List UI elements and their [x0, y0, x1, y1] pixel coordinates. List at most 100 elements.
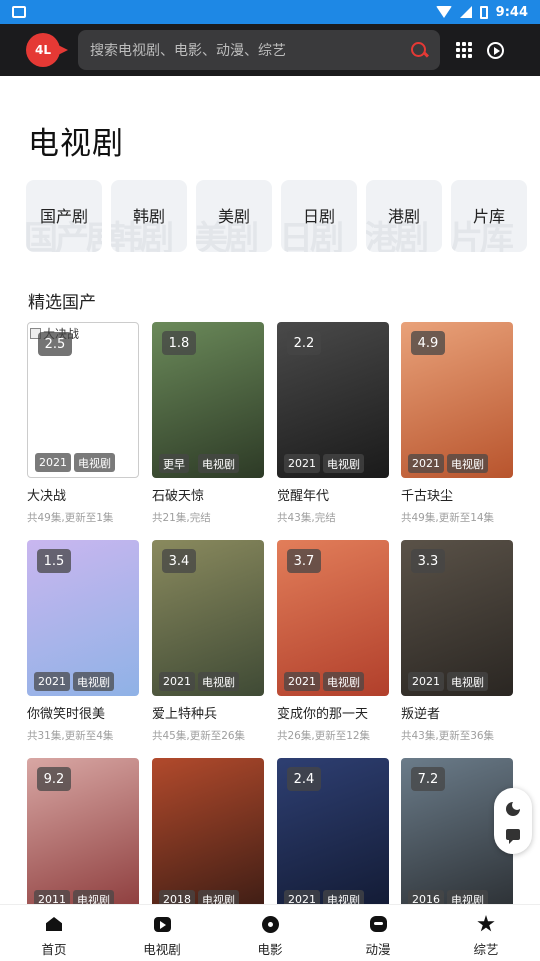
category-tab[interactable]: 片库 片库 — [451, 180, 527, 252]
category-tab[interactable]: 港剧 港剧 — [366, 180, 442, 252]
movie-card[interactable]: 4.9 2021 电视剧 千古玦尘 共49集,更新至14集 — [401, 322, 513, 525]
movie-title[interactable]: 觉醒年代 — [277, 485, 389, 504]
movie-title[interactable]: 千古玦尘 — [401, 485, 513, 504]
category-label: 美剧 — [217, 207, 250, 226]
rating-badge: 1.5 — [37, 549, 71, 573]
rating-badge: 9.2 — [37, 767, 71, 791]
category-label: 港剧 — [387, 207, 420, 226]
movie-card[interactable]: 3.4 2021 电视剧爱上特种兵共45集,更新至26集 — [152, 540, 264, 743]
movie-poster[interactable]: 3.7 2021 电视剧 — [277, 540, 389, 696]
movie-episode-info: 共43集,完结 — [277, 512, 336, 524]
category-tab[interactable]: 韩剧 韩剧 — [111, 180, 187, 252]
year-badge: 2021 — [408, 454, 444, 473]
night-mode-icon[interactable] — [506, 800, 522, 817]
clock: 9:44 — [495, 4, 528, 20]
grid-menu-icon[interactable] — [456, 42, 472, 58]
anime-icon — [368, 915, 388, 933]
movie-card[interactable]: 2.4 2021 电视剧 — [277, 758, 389, 914]
movie-episode-info: 共43集,更新至36集 — [401, 730, 495, 742]
nav-item[interactable]: 首页 — [0, 905, 108, 961]
nav-label: 电影 — [257, 942, 283, 957]
year-badge: 2021 — [34, 672, 70, 691]
movie-card[interactable]: 大决战2.52021电视剧大决战共49集,更新至1集 — [27, 322, 139, 525]
movie-poster[interactable]: 2018 电视剧 — [152, 758, 264, 914]
category-label: 片库 — [472, 207, 505, 226]
movie-poster[interactable]: 3.4 2021 电视剧 — [152, 540, 264, 696]
nav-label: 动漫 — [365, 942, 391, 957]
year-badge: 2021 — [35, 453, 71, 472]
bottom-nav: 首页 电视剧 电影 动漫 综艺 — [0, 904, 540, 961]
year-badge: 更早 — [159, 454, 189, 473]
home-icon — [44, 915, 64, 933]
movie-episode-info: 共45集,更新至26集 — [152, 730, 246, 742]
section-title: 精选国产 — [28, 293, 96, 313]
movie-card[interactable]: 9.2 2011 电视剧 — [27, 758, 139, 914]
rating-badge: 7.2 — [411, 767, 445, 791]
page-title: 电视剧 — [28, 126, 124, 162]
category-label: 日剧 — [302, 207, 335, 226]
year-badge: 2021 — [408, 672, 444, 691]
search-placeholder: 搜索电视剧、电影、动漫、综艺 — [90, 43, 286, 59]
star-icon — [476, 915, 496, 933]
status-bar: 9:44 — [0, 0, 540, 24]
nav-item[interactable]: 电视剧 — [108, 905, 216, 961]
nav-label: 综艺 — [473, 942, 499, 957]
movie-poster[interactable]: 9.2 2011 电视剧 — [27, 758, 139, 914]
rating-badge: 2.5 — [38, 332, 72, 356]
movie-poster[interactable]: 4.9 2021 电视剧 — [401, 322, 513, 478]
movie-episode-info: 共21集,完结 — [152, 512, 211, 524]
movie-card[interactable]: 2018 电视剧 — [152, 758, 264, 914]
category-label: 国产剧 — [39, 207, 88, 226]
nav-item[interactable]: 电影 — [216, 905, 324, 961]
nav-label: 首页 — [41, 942, 67, 957]
movie-poster[interactable]: 大决战2.52021电视剧 — [27, 322, 139, 478]
app-logo[interactable]: 4L — [26, 33, 68, 67]
movie-title[interactable]: 石破天惊 — [152, 485, 264, 504]
rating-badge: 2.2 — [287, 331, 321, 355]
play-history-icon[interactable] — [487, 41, 504, 59]
feedback-icon[interactable] — [506, 828, 520, 844]
film-icon — [260, 915, 280, 933]
category-label: 韩剧 — [132, 207, 165, 226]
type-badge: 电视剧 — [447, 672, 488, 691]
movie-title[interactable]: 爱上特种兵 — [152, 703, 264, 722]
movie-card[interactable]: 1.5 2021 电视剧你微笑时很美共31集,更新至4集 — [27, 540, 139, 743]
search-icon[interactable] — [411, 41, 428, 59]
nav-item[interactable]: 动漫 — [324, 905, 432, 961]
category-tab[interactable]: 国产剧国产剧 — [26, 180, 102, 252]
type-badge: 电视剧 — [198, 672, 239, 691]
nav-label: 电视剧 — [143, 942, 181, 957]
movie-episode-info: 共26集,更新至12集 — [277, 730, 371, 742]
movie-card[interactable]: 1.8 更早 电视剧 石破天惊 共21集,完结 — [152, 322, 264, 525]
movie-title[interactable]: 变成你的那一天 — [277, 703, 389, 722]
type-badge: 电视剧 — [447, 454, 488, 473]
rating-badge: 3.4 — [162, 549, 196, 573]
top-header: 4L 搜索电视剧、电影、动漫、综艺 — [0, 24, 540, 76]
category-tab[interactable]: 日剧 日剧 — [281, 180, 357, 252]
search-input[interactable]: 搜索电视剧、电影、动漫、综艺 — [78, 30, 440, 70]
rating-badge: 3.3 — [411, 549, 445, 573]
rating-badge: 4.9 — [411, 331, 445, 355]
movie-card[interactable]: 3.7 2021 电视剧变成你的那一天共26集,更新至12集 — [277, 540, 389, 743]
nav-item[interactable]: 综艺 — [432, 905, 540, 961]
rating-badge: 3.7 — [287, 549, 321, 573]
tv-icon — [152, 915, 172, 933]
type-badge: 电视剧 — [323, 454, 364, 473]
movie-title[interactable]: 你微笑时很美 — [27, 703, 139, 722]
movie-poster[interactable]: 1.8 更早 电视剧 — [152, 322, 264, 478]
movie-episode-info: 共31集,更新至4集 — [27, 730, 114, 742]
movie-card[interactable]: 3.3 2021 电视剧叛逆者共43集,更新至36集 — [401, 540, 513, 743]
movie-title[interactable]: 叛逆者 — [401, 703, 513, 722]
type-badge: 电视剧 — [73, 672, 114, 691]
rating-badge: 2.4 — [287, 767, 321, 791]
category-tab[interactable]: 美剧 美剧 — [196, 180, 272, 252]
movie-poster[interactable]: 2.4 2021 电视剧 — [277, 758, 389, 914]
movie-card[interactable]: 2.2 2021 电视剧觉醒年代共43集,完结 — [277, 322, 389, 525]
movie-poster[interactable]: 3.3 2021 电视剧 — [401, 540, 513, 696]
movie-poster[interactable]: 2.2 2021 电视剧 — [277, 322, 389, 478]
year-badge: 2021 — [159, 672, 195, 691]
movie-poster[interactable]: 1.5 2021 电视剧 — [27, 540, 139, 696]
movie-title[interactable]: 大决战 — [27, 485, 139, 504]
type-badge: 电视剧 — [74, 453, 115, 472]
rating-badge: 1.8 — [162, 331, 196, 355]
